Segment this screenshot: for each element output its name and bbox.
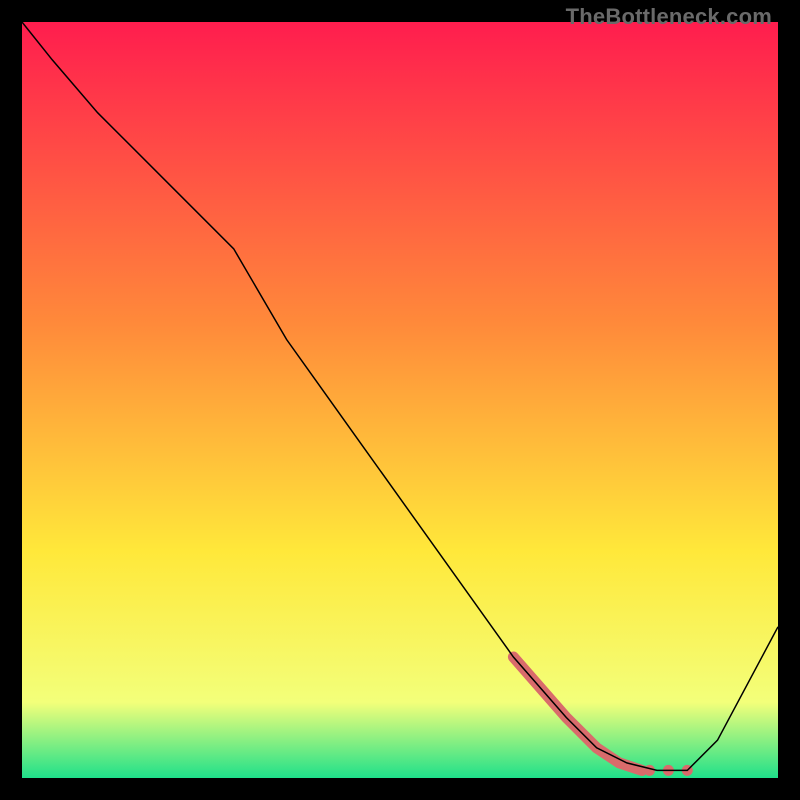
chart-frame: { "watermark": "TheBottleneck.com", "cha… [0, 0, 800, 800]
highlight-dot [644, 765, 655, 776]
chart-svg [22, 22, 778, 778]
gradient-background [22, 22, 778, 778]
plot-area [22, 22, 778, 778]
watermark-text: TheBottleneck.com [566, 4, 772, 30]
